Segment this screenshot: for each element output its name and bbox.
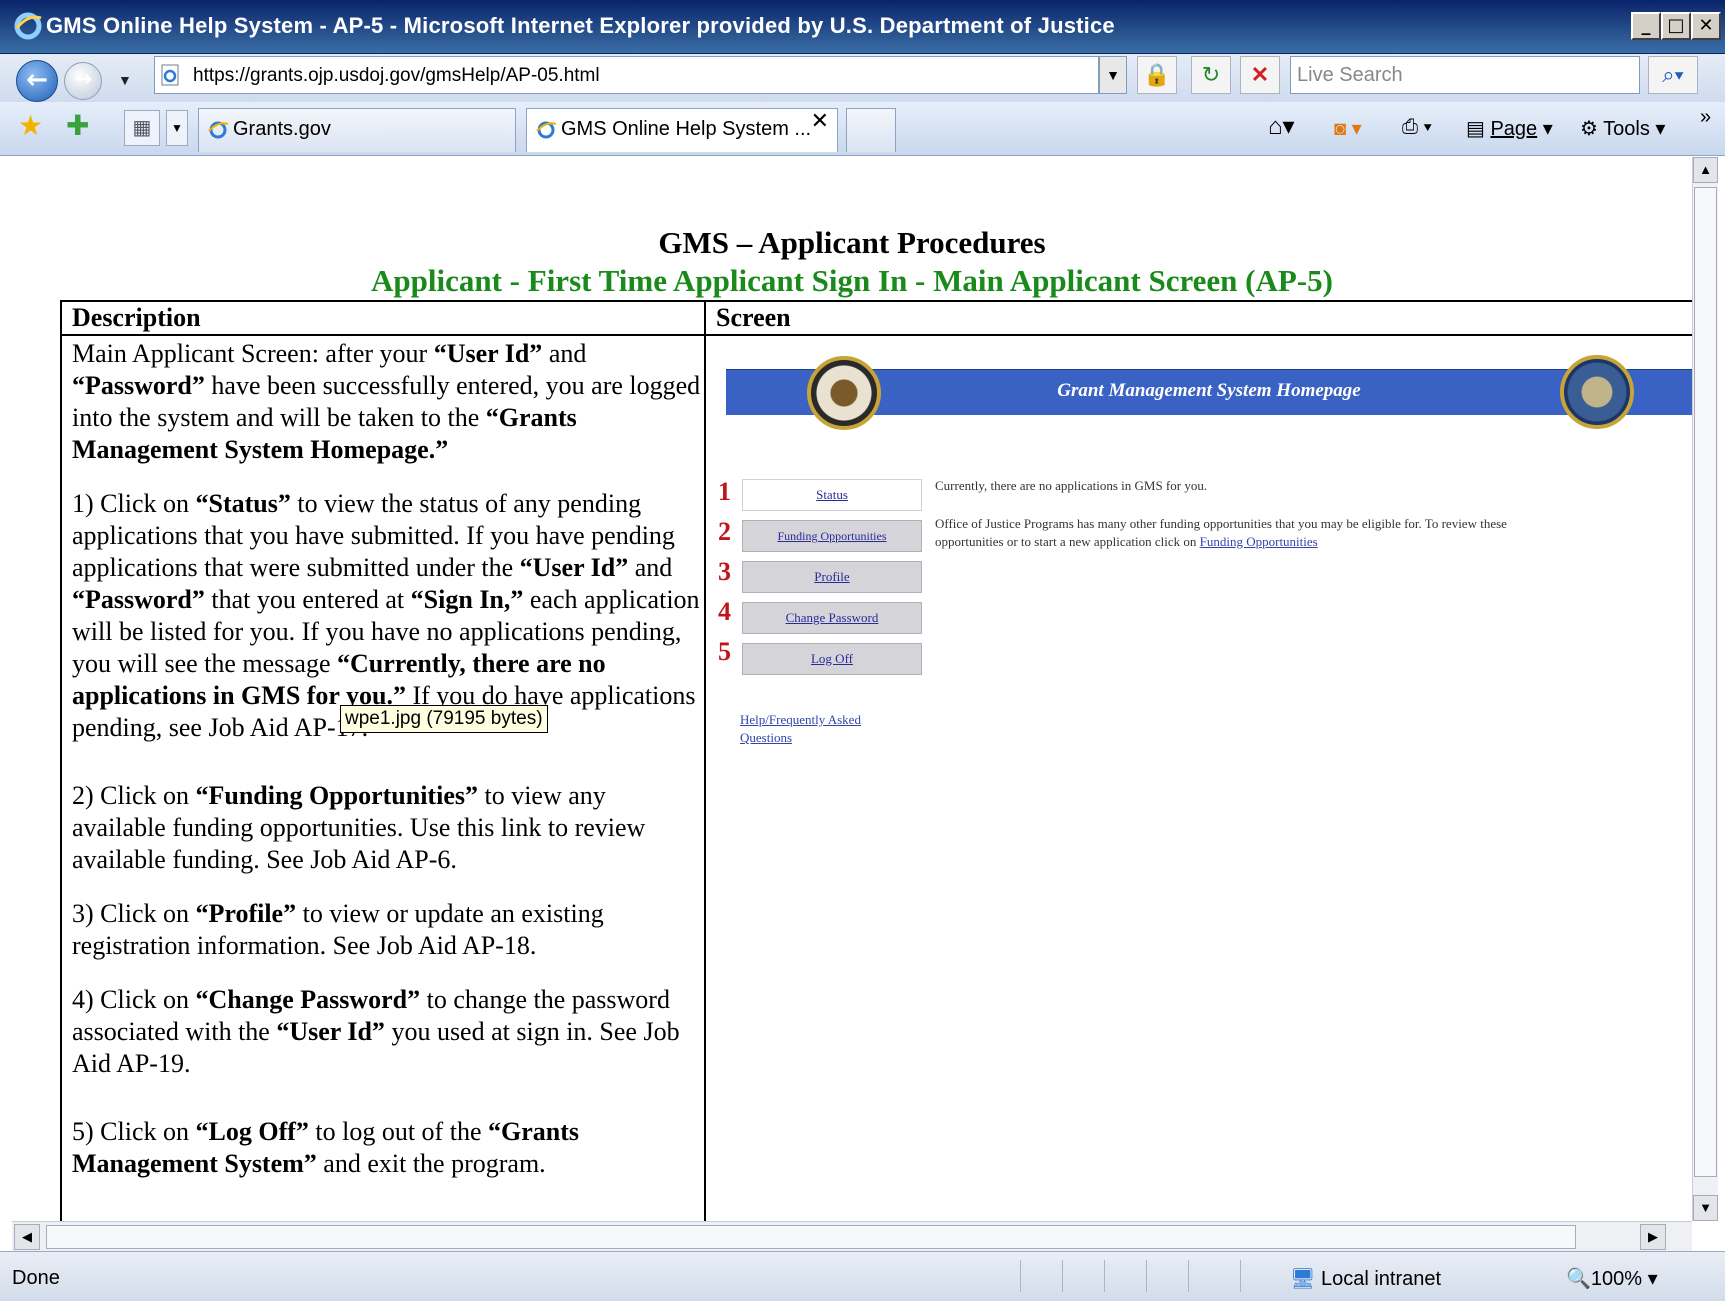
status-pane bbox=[1020, 1260, 1060, 1292]
table-divider bbox=[704, 300, 706, 1221]
zoom-label: 100% bbox=[1590, 1268, 1643, 1290]
tab-label: GMS Online Help System ... bbox=[561, 118, 812, 140]
help-link-line1: Help/Frequently Asked bbox=[740, 712, 861, 727]
description-text: Main Applicant Screen: after your “User … bbox=[72, 338, 702, 1202]
print-icon[interactable]: ⎙ ▾ bbox=[1402, 116, 1432, 139]
scroll-left-arrow-icon[interactable]: ◀ bbox=[14, 1224, 40, 1250]
recent-pages-dropdown[interactable]: ▼ bbox=[118, 72, 132, 88]
description-step-5: 5) Click on “Log Off” to log out of the … bbox=[72, 1117, 579, 1178]
gms-no-applications-message: Currently, there are no applications in … bbox=[935, 478, 1208, 493]
screen-column-header: Screen bbox=[716, 303, 791, 332]
tools-menu-label: Tools bbox=[1603, 118, 1650, 140]
tools-menu[interactable]: ⚙ Tools ▾ bbox=[1580, 116, 1665, 141]
tab-list-dropdown[interactable]: ▼ bbox=[166, 110, 188, 146]
minimize-button[interactable]: _ bbox=[1631, 12, 1661, 40]
step-number: 5 bbox=[718, 637, 731, 666]
ie-page-icon bbox=[208, 121, 229, 139]
ie-page-icon bbox=[536, 121, 557, 139]
tab-label: Grants.gov bbox=[233, 118, 331, 140]
zoom-icon: 🔍 bbox=[1566, 1268, 1591, 1290]
horizontal-scrollbar[interactable]: ◀ ▶ bbox=[12, 1221, 1692, 1251]
refresh-icon[interactable]: ↻ bbox=[1191, 56, 1231, 94]
ie-logo-icon bbox=[14, 12, 42, 40]
close-tab-icon[interactable]: ✕ bbox=[811, 109, 829, 134]
gear-icon: ⚙ bbox=[1580, 118, 1604, 140]
description-column-header: Description bbox=[72, 303, 201, 332]
close-button[interactable]: ✕ bbox=[1691, 12, 1721, 40]
home-icon[interactable]: ⌂▾ bbox=[1268, 112, 1295, 141]
table-border bbox=[60, 300, 1692, 302]
maximize-button[interactable]: □ bbox=[1661, 12, 1691, 40]
gms-status-button[interactable]: Status bbox=[742, 479, 922, 511]
ojp-seal-icon bbox=[1560, 355, 1634, 429]
zoom-control[interactable]: 🔍100% ▾ bbox=[1566, 1266, 1658, 1291]
window-title: GMS Online Help System - AP-5 - Microsof… bbox=[46, 13, 1115, 38]
forward-button[interactable]: → bbox=[64, 62, 102, 100]
table-border bbox=[60, 300, 62, 1221]
zone-label: Local intranet bbox=[1320, 1268, 1442, 1290]
document-title: GMS – Applicant Procedures bbox=[658, 225, 1046, 260]
feeds-icon[interactable]: ◙ ▾ bbox=[1334, 116, 1362, 141]
doj-seal-icon bbox=[807, 356, 881, 430]
favorites-star-icon[interactable]: ★ bbox=[18, 112, 43, 140]
scroll-down-arrow-icon[interactable]: ▼ bbox=[1693, 1195, 1718, 1221]
scroll-right-arrow-icon[interactable]: ▶ bbox=[1640, 1224, 1666, 1250]
back-button[interactable]: ← bbox=[16, 60, 58, 102]
horizontal-scroll-thumb[interactable] bbox=[46, 1225, 1576, 1249]
page-content: GMS – Applicant Procedures Applicant - F… bbox=[12, 157, 1692, 1221]
description-step-4: 4) Click on “Change Password” to change … bbox=[72, 985, 680, 1078]
url-text: https://grants.ojp.usdoj.gov/gmsHelp/AP-… bbox=[193, 65, 600, 86]
new-tab-button[interactable] bbox=[846, 108, 896, 152]
gms-funding-opportunities-button[interactable]: Funding Opportunities bbox=[742, 520, 922, 552]
table-header-divider bbox=[60, 334, 1692, 336]
image-tooltip: wpe1.jpg (79195 bytes) bbox=[340, 705, 548, 733]
description-step-3: 3) Click on “Profile” to view or update … bbox=[72, 899, 604, 960]
tab-gms-help[interactable]: GMS Online Help System ... ✕ bbox=[526, 108, 838, 152]
page-menu-label: Page bbox=[1490, 118, 1538, 140]
intranet-icon: 🖥 bbox=[1290, 1268, 1321, 1290]
document-subtitle: Applicant - First Time Applicant Sign In… bbox=[371, 263, 1333, 298]
page-icon bbox=[161, 64, 179, 86]
status-pane bbox=[1062, 1260, 1102, 1292]
status-pane bbox=[1240, 1260, 1280, 1292]
status-pane bbox=[1146, 1260, 1186, 1292]
security-zone[interactable]: 🖥 Local intranet bbox=[1290, 1266, 1441, 1291]
address-field[interactable]: https://grants.ojp.usdoj.gov/gmsHelp/AP-… bbox=[154, 56, 1099, 94]
gms-funding-message: Office of Justice Programs has many othe… bbox=[935, 516, 1507, 531]
status-bar: Done 🖥 Local intranet 🔍100% ▾ bbox=[0, 1251, 1725, 1301]
step-number: 4 bbox=[718, 597, 731, 626]
description-intro: Main Applicant Screen: after your “User … bbox=[72, 339, 701, 464]
gms-profile-button[interactable]: Profile bbox=[742, 561, 922, 593]
status-pane bbox=[1188, 1260, 1228, 1292]
description-step-2: 2) Click on “Funding Opportunities” to v… bbox=[72, 781, 646, 874]
gms-funding-message-text: opportunities or to start a new applicat… bbox=[935, 534, 1200, 549]
gms-log-off-button[interactable]: Log Off bbox=[742, 643, 922, 675]
tab-grants-gov[interactable]: Grants.gov bbox=[198, 108, 516, 152]
help-link-line2: Questions bbox=[740, 730, 792, 745]
add-favorite-icon[interactable]: ✚ bbox=[66, 112, 89, 140]
address-dropdown[interactable]: ▼ bbox=[1099, 56, 1127, 94]
gms-funding-message-2: opportunities or to start a new applicat… bbox=[935, 533, 1318, 551]
window-title-bar: GMS Online Help System - AP-5 - Microsof… bbox=[0, 0, 1725, 54]
tab-bar: ★ ✚ ▦ ▼ Grants.gov GMS Online Help Syste… bbox=[0, 102, 1725, 156]
toolbar-overflow-button[interactable]: » bbox=[1700, 106, 1711, 129]
status-pane bbox=[1104, 1260, 1144, 1292]
page-menu[interactable]: ▤ Page ▾ bbox=[1466, 116, 1553, 141]
lock-icon[interactable]: 🔒 bbox=[1137, 56, 1177, 94]
scroll-up-arrow-icon[interactable]: ▲ bbox=[1693, 157, 1718, 183]
step-number: 3 bbox=[718, 557, 731, 586]
status-text: Done bbox=[12, 1267, 60, 1289]
quick-tabs-icon[interactable]: ▦ bbox=[124, 110, 160, 146]
step-number: 1 bbox=[718, 477, 731, 506]
page-icon: ▤ bbox=[1466, 118, 1491, 140]
vertical-scroll-thumb[interactable] bbox=[1694, 187, 1717, 1177]
gms-funding-opportunities-link[interactable]: Funding Opportunities bbox=[1200, 534, 1318, 549]
vertical-scrollbar[interactable]: ▲ ▼ bbox=[1692, 157, 1718, 1221]
search-icon[interactable]: ⌕▾ bbox=[1648, 56, 1698, 94]
step-number: 2 bbox=[718, 517, 731, 546]
gms-change-password-button[interactable]: Change Password bbox=[742, 602, 922, 634]
stop-icon[interactable]: ✕ bbox=[1240, 56, 1280, 94]
gms-help-faq-link[interactable]: Help/Frequently Asked Questions bbox=[740, 711, 861, 747]
search-input[interactable]: Live Search bbox=[1290, 56, 1640, 94]
